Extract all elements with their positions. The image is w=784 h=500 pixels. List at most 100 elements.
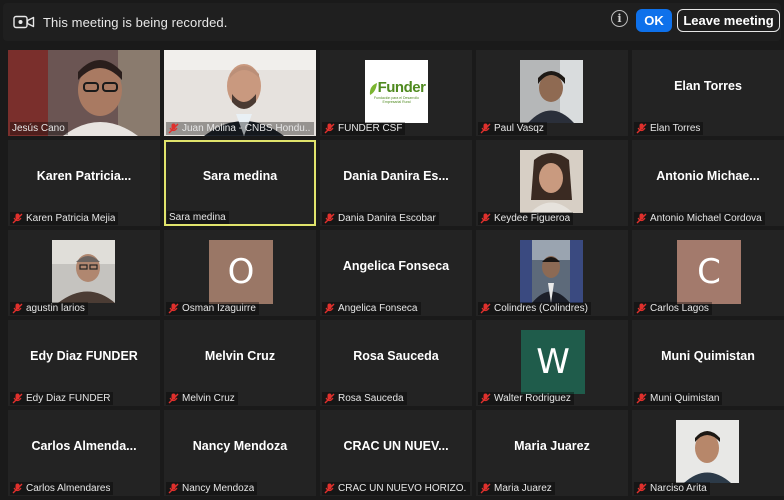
participant-tile[interactable]: Narciso Arita: [632, 410, 784, 496]
participant-name: Muni Quimistan: [661, 349, 755, 363]
gallery-grid: Jesús Cano Juan Molina - CNBS Hondu... F…: [8, 50, 784, 500]
participant-video: [520, 150, 583, 213]
participant-tile[interactable]: Paul Vasqz: [476, 50, 628, 136]
muted-mic-icon: [168, 303, 179, 314]
participant-label: Nancy Mendoza: [166, 482, 258, 495]
participant-name: Nancy Mendoza: [192, 439, 288, 453]
participant-name: Maria Juarez: [514, 439, 590, 453]
muted-mic-icon: [636, 213, 647, 224]
participant-name: Melvin Cruz: [204, 349, 276, 363]
participant-tile[interactable]: Keydee Figueroa: [476, 140, 628, 226]
participant-video: [52, 240, 115, 303]
leave-meeting-button[interactable]: Leave meeting: [677, 9, 780, 32]
participant-label: Keydee Figueroa: [478, 212, 574, 225]
participant-tile[interactable]: C Carlos Lagos: [632, 230, 784, 316]
participant-label: Angelica Fonseca: [322, 302, 421, 315]
muted-mic-icon: [480, 213, 491, 224]
participant-tile[interactable]: CRAC UN NUEV... CRAC UN NUEVO HORIZO...: [320, 410, 472, 496]
participant-label: Dania Danira Escobar: [322, 212, 439, 225]
participant-label: FUNDER CSF: [322, 122, 406, 135]
participant-tile[interactable]: Elan Torres Elan Torres: [632, 50, 784, 136]
info-icon[interactable]: i: [611, 10, 628, 27]
participant-label: Maria Juarez: [478, 482, 555, 495]
participant-label: Juan Molina - CNBS Hondu...: [166, 122, 314, 135]
participant-tile[interactable]: Angelica Fonseca Angelica Fonseca: [320, 230, 472, 316]
muted-mic-icon: [480, 303, 491, 314]
participant-label: Walter Rodriguez: [478, 392, 574, 405]
muted-mic-icon: [12, 303, 23, 314]
muted-mic-icon: [324, 393, 335, 404]
muted-mic-icon: [324, 123, 335, 134]
muted-mic-icon: [636, 393, 647, 404]
participant-tile[interactable]: Nancy Mendoza Nancy Mendoza: [164, 410, 316, 496]
participant-label: Melvin Cruz: [166, 392, 238, 405]
participant-label: Muni Quimistan: [634, 392, 723, 405]
muted-mic-icon: [168, 123, 179, 134]
participant-name: Dania Danira Es...: [343, 169, 449, 183]
participant-label: Narciso Arita: [634, 482, 710, 495]
recording-camera-icon: [13, 15, 35, 29]
participant-tile[interactable]: Carlos Almenda... Carlos Almendares: [8, 410, 160, 496]
participant-tile[interactable]: Colindres (Colindres): [476, 230, 628, 316]
participant-tile[interactable]: W Walter Rodriguez: [476, 320, 628, 406]
participant-label: Carlos Lagos: [634, 302, 712, 315]
participant-label: Colindres (Colindres): [478, 302, 591, 315]
participant-label: Osman Izaguirre: [166, 302, 259, 315]
participant-name: Edy Diaz FUNDER: [30, 349, 138, 363]
participant-label: agustin larios: [10, 302, 88, 315]
participant-label: Paul Vasqz: [478, 122, 547, 135]
muted-mic-icon: [636, 123, 647, 134]
participant-avatar: C: [677, 240, 741, 304]
participant-avatar: W: [521, 330, 585, 394]
participant-tile[interactable]: Juan Molina - CNBS Hondu...: [164, 50, 316, 136]
participant-tile[interactable]: Antonio Michae... Antonio Michael Cordov…: [632, 140, 784, 226]
muted-mic-icon: [324, 213, 335, 224]
participant-tile[interactable]: agustin larios: [8, 230, 160, 316]
participant-name: Sara medina: [202, 169, 278, 183]
participant-name: CRAC UN NUEV...: [343, 439, 449, 453]
muted-mic-icon: [12, 483, 23, 494]
participant-video: [676, 420, 739, 483]
participant-video: [520, 240, 583, 303]
ok-button[interactable]: OK: [636, 9, 672, 32]
muted-mic-icon: [12, 393, 23, 404]
funder-leaf-icon: [369, 83, 377, 95]
muted-mic-icon: [480, 393, 491, 404]
participant-label: Rosa Sauceda: [322, 392, 407, 405]
participant-name: Antonio Michae...: [656, 169, 760, 183]
muted-mic-icon: [324, 303, 335, 314]
muted-mic-icon: [12, 213, 23, 224]
participant-tile[interactable]: Karen Patricia... Karen Patricia Mejia: [8, 140, 160, 226]
recording-message: This meeting is being recorded.: [43, 14, 228, 30]
participant-tile[interactable]: Edy Diaz FUNDER Edy Diaz FUNDER: [8, 320, 160, 406]
participant-tile[interactable]: Rosa Sauceda Rosa Sauceda: [320, 320, 472, 406]
participant-tile[interactable]: Melvin Cruz Melvin Cruz: [164, 320, 316, 406]
participant-label: Elan Torres: [634, 122, 704, 135]
participant-name: Angelica Fonseca: [342, 259, 450, 273]
participant-tile-active-speaker[interactable]: Sara medina Sara medina: [164, 140, 316, 226]
muted-mic-icon: [480, 123, 491, 134]
participant-label: CRAC UN NUEVO HORIZO...: [322, 482, 470, 495]
participant-tile[interactable]: O Osman Izaguirre: [164, 230, 316, 316]
participant-avatar: O: [209, 240, 273, 304]
participant-label: Jesús Cano: [10, 122, 68, 135]
muted-mic-icon: [636, 303, 647, 314]
participant-tile[interactable]: Funder Fundación para el Desarrollo Empr…: [320, 50, 472, 136]
participant-tile[interactable]: Dania Danira Es... Dania Danira Escobar: [320, 140, 472, 226]
participant-tile[interactable]: Jesús Cano: [8, 50, 160, 136]
muted-mic-icon: [324, 483, 335, 494]
participant-label: Carlos Almendares: [10, 482, 114, 495]
muted-mic-icon: [636, 483, 647, 494]
participant-tile[interactable]: Maria Juarez Maria Juarez: [476, 410, 628, 496]
participant-label: Karen Patricia Mejia: [10, 212, 119, 225]
participant-label: Edy Diaz FUNDER: [10, 392, 114, 405]
participant-label: Sara medina: [167, 211, 229, 224]
muted-mic-icon: [168, 393, 179, 404]
participant-name: Elan Torres: [674, 79, 742, 93]
participant-name: Karen Patricia...: [36, 169, 132, 183]
muted-mic-icon: [480, 483, 491, 494]
participant-video: [520, 60, 583, 123]
participant-tile[interactable]: Muni Quimistan Muni Quimistan: [632, 320, 784, 406]
funder-logo: Funder Fundación para el Desarrollo Empr…: [365, 60, 428, 123]
muted-mic-icon: [168, 483, 179, 494]
